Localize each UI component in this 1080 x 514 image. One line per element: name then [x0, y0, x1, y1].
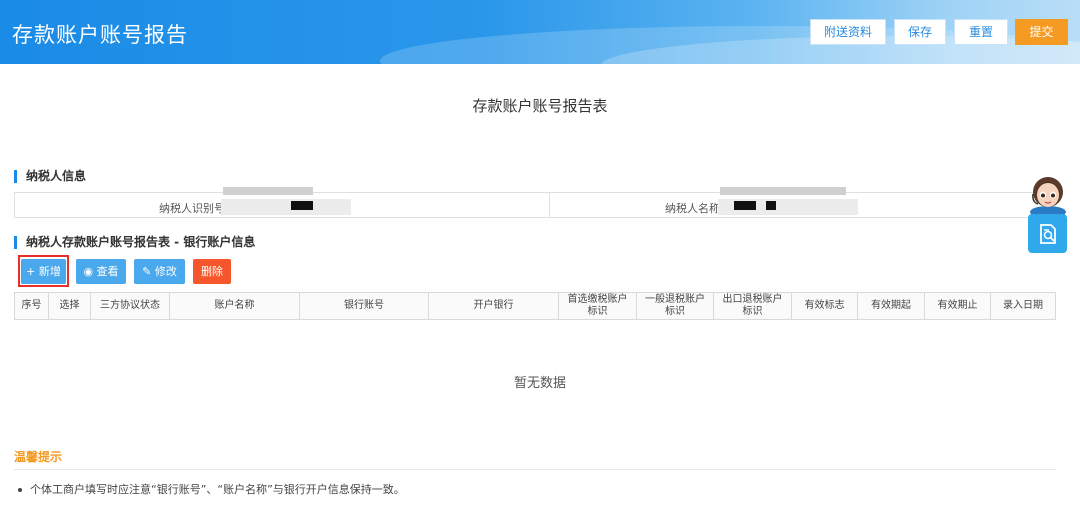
column-header[interactable]: 序号 — [15, 293, 49, 319]
assistant-avatar-icon[interactable] — [1026, 172, 1070, 218]
edit-button[interactable]: ✎ 修改 — [134, 259, 185, 284]
column-header[interactable]: 有效标志 — [792, 293, 858, 319]
divider — [14, 469, 1056, 470]
tips-item: 个体工商户填写时应注意“银行账号”、“账户名称”与银行开户信息保持一致。 — [18, 481, 405, 497]
tips-title: 温馨提示 — [14, 450, 63, 464]
report-title: 存款账户账号报告表 — [472, 97, 608, 115]
search-document-button[interactable] — [1028, 214, 1067, 253]
column-header[interactable]: 开户银行 — [429, 293, 559, 319]
bank-accounts-table-header: 序号 选择 三方协议状态 账户名称 银行账号 开户银行 首选缴税账户标识 一般退… — [14, 292, 1056, 320]
page-header: 存款账户账号报告 附送资料 保存 重置 提交 — [0, 0, 1080, 64]
column-header[interactable]: 有效期止 — [925, 293, 991, 319]
save-button[interactable]: 保存 — [894, 19, 946, 45]
bullet-icon — [18, 488, 22, 492]
submit-button[interactable]: 提交 — [1015, 19, 1068, 45]
tips-item-text: 个体工商户填写时应注意“银行账号”、“账户名称”与银行开户信息保持一致。 — [30, 483, 405, 496]
view-button[interactable]: ◉ 查看 — [76, 259, 126, 284]
empty-state: 暂无数据 — [513, 376, 566, 391]
column-header[interactable]: 出口退税账户标识 — [714, 293, 792, 319]
view-button-label: 查看 — [96, 265, 119, 278]
column-header[interactable]: 三方协议状态 — [91, 293, 170, 319]
column-header[interactable]: 首选缴税账户标识 — [559, 293, 637, 319]
column-header[interactable]: 银行账号 — [300, 293, 429, 319]
add-button[interactable]: + 新增 — [21, 259, 66, 284]
taxpayer-id-label: 纳税人识别号 — [159, 202, 225, 215]
document-search-icon — [1039, 223, 1056, 244]
taxpayer-section-title: 纳税人信息 — [14, 170, 86, 183]
column-header[interactable]: 账户名称 — [170, 293, 300, 319]
reset-button[interactable]: 重置 — [954, 19, 1008, 45]
delete-button[interactable]: 删除 — [193, 259, 231, 284]
column-header[interactable]: 一般退税账户标识 — [637, 293, 714, 319]
taxpayer-id-cell: 纳税人识别号 — [15, 187, 550, 217]
bank-section-title: 纳税人存款账户账号报告表 - 银行账户信息 — [14, 236, 255, 249]
column-header[interactable]: 录入日期 — [991, 293, 1055, 319]
column-header[interactable]: 选择 — [49, 293, 91, 319]
edit-button-label: 修改 — [154, 265, 177, 278]
attach-materials-button[interactable]: 附送资料 — [810, 19, 886, 45]
taxpayer-name-label: 纳税人名称 — [665, 202, 720, 215]
taxpayer-name-cell: 纳税人名称 — [550, 187, 1055, 217]
page-title: 存款账户账号报告 — [12, 23, 188, 47]
taxpayer-info-row: 纳税人识别号 纳税人名称 — [14, 187, 1056, 218]
pencil-icon: ✎ — [142, 265, 152, 278]
eye-icon: ◉ — [83, 265, 94, 278]
column-header[interactable]: 有效期起 — [858, 293, 925, 319]
